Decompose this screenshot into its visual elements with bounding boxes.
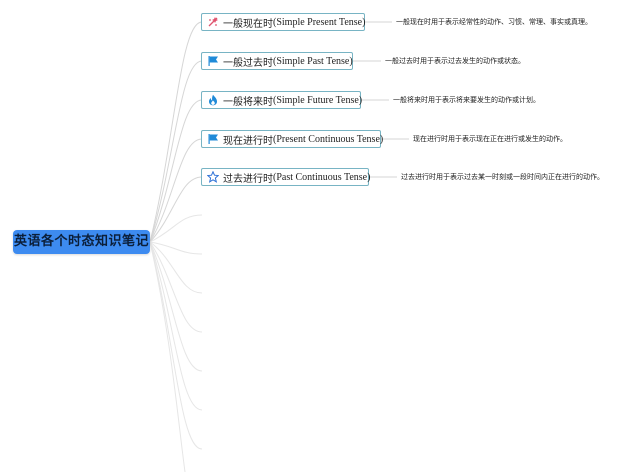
topic-description: 一般过去时用于表示过去发生的动作或状态。 (385, 57, 525, 65)
topic-title: 一般过去时 (223, 57, 273, 69)
flag-icon (207, 55, 219, 67)
flag-icon (207, 133, 219, 145)
topic-english: (Simple Past Tense) (273, 55, 353, 67)
topic-description: 过去进行时用于表示过去某一时刻或一段时间内正在进行的动作。 (401, 173, 604, 181)
connector-branch-5 (149, 176, 203, 243)
topic-english: (Simple Future Tense) (273, 94, 363, 106)
topic-english: (Simple Present Tense) (273, 16, 366, 28)
root-topic[interactable]: 英语各个时态知识笔记 (13, 230, 150, 254)
topic-english: (Present Continuous Tense) (273, 133, 384, 145)
sparkle-icon (207, 16, 219, 28)
connector-branch-3 (149, 99, 203, 243)
topic-past-continuous[interactable]: 过去进行时 (Past Continuous Tense) (201, 168, 371, 186)
topic-description: 一般现在时用于表示经常性的动作、习惯、常理、事实或真理。 (396, 18, 592, 26)
topic-simple-present[interactable]: 一般现在时 (Simple Present Tense) (201, 13, 365, 31)
topic-title: 过去进行时 (223, 173, 273, 185)
topic-description: 现在进行时用于表示现在正在进行或发生的动作。 (413, 135, 567, 143)
topic-title: 一般现在时 (223, 18, 273, 30)
topic-present-continuous[interactable]: 现在进行时 (Present Continuous Tense) (201, 130, 384, 148)
connector-branch-1 (149, 21, 203, 243)
star-outline-icon (207, 171, 219, 183)
connector-empty (149, 241, 203, 411)
topic-simple-past[interactable]: 一般过去时 (Simple Past Tense) (201, 52, 353, 70)
connector-empty (149, 241, 203, 333)
connector-branch-4 (149, 138, 203, 243)
topic-simple-future[interactable]: 一般将来时 (Simple Future Tense) (201, 91, 363, 109)
topic-title: 一般将来时 (223, 96, 273, 108)
topic-title: 现在进行时 (223, 135, 273, 147)
topic-english: (Past Continuous Tense) (273, 171, 371, 183)
fire-icon (207, 94, 219, 106)
topic-description: 一般将来时用于表示将来要发生的动作或计划。 (393, 96, 540, 104)
